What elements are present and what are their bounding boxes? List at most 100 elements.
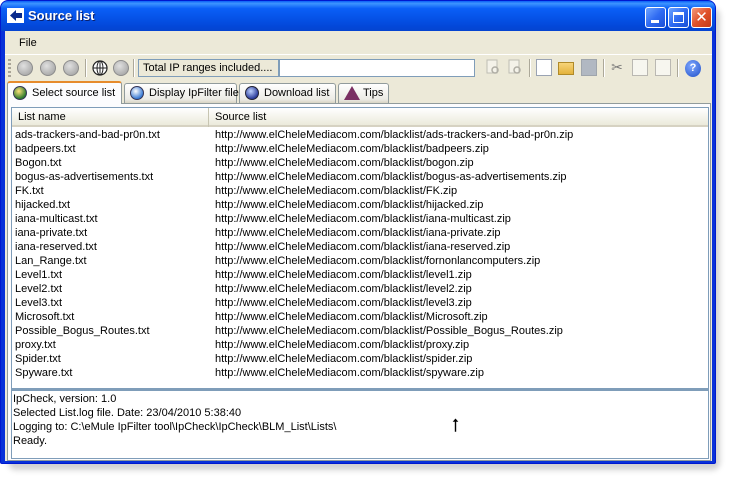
table-row[interactable]: iana-reserved.txt http://www.elCheleMedia… [12, 240, 708, 254]
tab-tips[interactable]: Tips [338, 83, 389, 103]
table-row[interactable]: iana-private.txt http://www.elCheleMediac… [12, 226, 708, 240]
cell-source-url: http://www.elCheleMediacom.com/blacklist… [215, 311, 488, 323]
table-row[interactable]: hijacked.txt http://www.elCheleMediacom.c… [12, 198, 708, 212]
table-row[interactable]: ads-trackers-and-bad-pr0n.txt http://www.… [12, 128, 708, 142]
download-icon [245, 86, 259, 100]
paste-icon[interactable] [655, 59, 671, 76]
up-icon[interactable] [63, 60, 79, 76]
cell-source-url: http://www.elCheleMediacom.com/blacklist… [215, 367, 484, 379]
cell-source-url: http://www.elCheleMediacom.com/blacklist… [215, 325, 563, 337]
table-row[interactable]: Level1.txt http://www.elCheleMediacom.com… [12, 268, 708, 282]
globe-connect-icon[interactable] [92, 60, 108, 76]
table-row[interactable]: bogus-as-advertisements.txt http://www.el… [12, 170, 708, 184]
table-row[interactable]: Level3.txt http://www.elCheleMediacom.com… [12, 296, 708, 310]
cell-list-name: Possible_Bogus_Routes.txt [15, 325, 150, 337]
cell-source-url: http://www.elCheleMediacom.com/blacklist… [215, 143, 489, 155]
window-title: Source list [28, 8, 95, 23]
column-header-list-name[interactable]: List name [12, 108, 209, 127]
table-row[interactable]: Lan_Range.txt http://www.elCheleMediacom.… [12, 254, 708, 268]
menu-file[interactable]: File [15, 37, 41, 49]
cell-source-url: http://www.elCheleMediacom.com/blacklist… [215, 213, 511, 225]
cell-list-name: Spyware.txt [15, 367, 73, 379]
maximize-icon [673, 12, 684, 23]
cell-list-name: iana-multicast.txt [15, 213, 98, 225]
menu-bar: File [5, 33, 712, 53]
source-list-icon [13, 86, 27, 100]
cell-source-url: http://www.elCheleMediacom.com/blacklist… [215, 241, 511, 253]
cell-list-name: hijacked.txt [15, 199, 71, 211]
cell-source-url: http://www.elCheleMediacom.com/blacklist… [215, 185, 458, 197]
cell-list-name: Microsoft.txt [15, 311, 75, 323]
cell-list-name: Level2.txt [15, 283, 63, 295]
column-header-source-list[interactable]: Source list [209, 108, 708, 127]
cell-source-url: http://www.elCheleMediacom.com/blacklist… [215, 283, 472, 295]
back-icon[interactable] [17, 60, 33, 76]
table-row[interactable]: Bogon.txt http://www.elCheleMediacom.com/… [12, 156, 708, 170]
toolbar-separator [133, 59, 135, 77]
table-row[interactable]: Microsoft.txt http://www.elCheleMediacom.… [12, 310, 708, 324]
table-body: ads-trackers-and-bad-pr0n.txt http://www.… [12, 128, 708, 380]
table-row[interactable]: Possible_Bogus_Routes.txt http://www.elCh… [12, 324, 708, 338]
log-line: Logging to: C:\eMule IpFilter tool\IpChe… [13, 421, 337, 433]
table-row[interactable]: Spyware.txt http://www.elCheleMediacom.co… [12, 366, 708, 380]
table-row[interactable]: iana-multicast.txt http://www.elCheleMedi… [12, 212, 708, 226]
cell-source-url: http://www.elCheleMediacom.com/blacklist… [215, 157, 474, 169]
forward-icon[interactable] [40, 60, 56, 76]
new-icon[interactable] [536, 59, 552, 76]
copy-icon[interactable] [632, 59, 648, 76]
title-bar[interactable]: Source list ✕ [1, 1, 715, 31]
table-row[interactable]: FK.txt http://www.elCheleMediacom.com/bla… [12, 184, 708, 198]
toolbar-separator [603, 59, 605, 77]
toolbar-grip[interactable] [8, 59, 11, 77]
cell-source-url: http://www.elCheleMediacom.com/blacklist… [215, 297, 472, 309]
cell-list-name: proxy.txt [15, 339, 56, 351]
tab-select-source-list[interactable]: Select source list [7, 81, 122, 104]
ip-range-count-field[interactable] [279, 59, 475, 77]
cell-source-url: http://www.elCheleMediacom.com/blacklist… [215, 129, 574, 141]
cell-source-url: http://www.elCheleMediacom.com/blacklist… [215, 255, 541, 267]
cell-list-name: Bogon.txt [15, 157, 62, 169]
tab-label: Tips [363, 87, 384, 99]
tips-icon [344, 86, 360, 100]
table-row[interactable]: Spider.txt http://www.elCheleMediacom.com… [12, 352, 708, 366]
tab-display-ipfilter-file[interactable]: Display IpFilter file [124, 83, 239, 103]
cell-list-name: iana-private.txt [15, 227, 88, 239]
cell-list-name: Level1.txt [15, 269, 63, 281]
tab-download-list[interactable]: Download list [239, 83, 336, 103]
table-row[interactable]: proxy.txt http://www.elCheleMediacom.com/… [12, 338, 708, 352]
tab-label: Select source list [32, 87, 116, 99]
toolbar: Total IP ranges included.... ✂ ? [5, 54, 712, 81]
table-row[interactable]: badpeers.txt http://www.elCheleMediacom.c… [12, 142, 708, 156]
table-row[interactable]: Level2.txt http://www.elCheleMediacom.com… [12, 282, 708, 296]
ip-range-status: Total IP ranges included.... [138, 59, 279, 77]
globe-disconnect-icon[interactable] [113, 60, 129, 76]
app-arrow-icon [7, 8, 24, 23]
close-icon: ✕ [695, 8, 708, 26]
maximize-button[interactable] [668, 7, 689, 28]
cell-list-name: ads-trackers-and-bad-pr0n.txt [15, 129, 160, 141]
cut-icon[interactable]: ✂ [609, 59, 625, 76]
cell-source-url: http://www.elCheleMediacom.com/blacklist… [215, 269, 472, 281]
tab-strip: Select source list Display IpFilter file… [5, 81, 712, 104]
minimize-icon [651, 20, 659, 23]
tab-label: Download list [264, 87, 330, 99]
resize-cursor-icon [452, 418, 459, 432]
source-list-window: Source list ✕ File Total IP ranges inclu… [0, 0, 716, 464]
cell-source-url: http://www.elCheleMediacom.com/blacklist… [215, 199, 484, 211]
log-output[interactable]: IpCheck, version: 1.0 Selected List.log f… [11, 389, 709, 459]
find-next-icon[interactable] [507, 59, 523, 76]
open-folder-icon[interactable] [558, 62, 574, 75]
cell-source-url: http://www.elCheleMediacom.com/blacklist… [215, 227, 501, 239]
source-list-table[interactable]: List name Source list ads-trackers-and-b… [11, 107, 709, 389]
close-button[interactable]: ✕ [691, 7, 712, 28]
cell-list-name: iana-reserved.txt [15, 241, 97, 253]
tab-panel: List name Source list ads-trackers-and-b… [7, 103, 711, 461]
cell-source-url: http://www.elCheleMediacom.com/blacklist… [215, 353, 473, 365]
display-file-icon [130, 86, 144, 100]
cell-list-name: Spider.txt [15, 353, 61, 365]
cell-source-url: http://www.elCheleMediacom.com/blacklist… [215, 339, 470, 351]
help-icon[interactable]: ? [685, 60, 701, 77]
minimize-button[interactable] [645, 7, 666, 28]
save-icon[interactable] [581, 59, 597, 76]
find-icon[interactable] [485, 59, 501, 76]
